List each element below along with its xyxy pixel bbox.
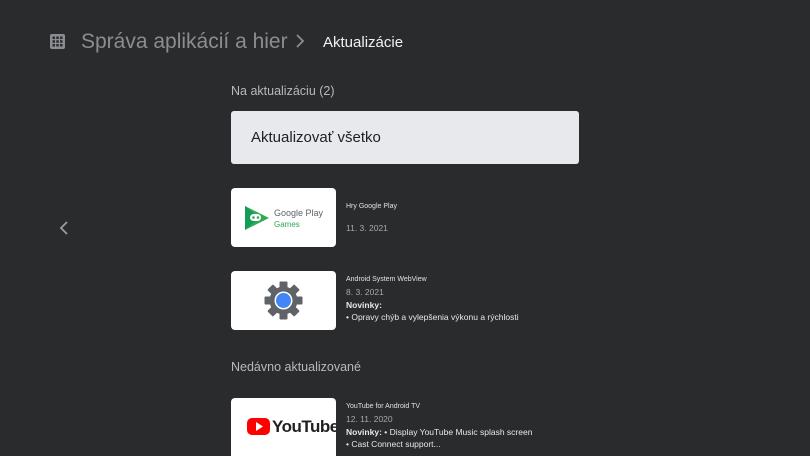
app-news-label: Novinky: <box>346 300 382 310</box>
app-info-android-system-webview: Android System WebView 8. 3. 2021 Novink… <box>346 275 519 322</box>
webview-gear-icon <box>264 281 303 320</box>
app-tile-google-play-games[interactable]: Google Play Games <box>231 188 336 247</box>
app-date: 12. 11. 2020 <box>346 414 393 424</box>
app-name: Hry Google Play <box>346 203 397 210</box>
grid-apps-icon <box>50 34 65 49</box>
app-tile-youtube[interactable]: YouTube <box>231 398 336 456</box>
app-date: 8. 3. 2021 <box>346 287 384 297</box>
update-all-button[interactable]: Aktualizovať všetko <box>231 111 579 164</box>
app-news-text: Novinky: • Display YouTube Music splash … <box>346 427 533 437</box>
app-news-text-2: • Cast Connect support... <box>346 439 441 449</box>
app-info-youtube: YouTube for Android TV 12. 11. 2020 Novi… <box>346 402 532 449</box>
page-title: Aktualizácie <box>323 34 404 51</box>
app-date: 11. 3. 2021 <box>346 223 388 233</box>
chevron-right-icon <box>296 34 305 48</box>
app-tile-android-system-webview[interactable] <box>231 271 336 330</box>
app-info-google-play-games: Hry Google Play 11. 3. 2021 <box>346 202 397 233</box>
app-name: YouTube for Android TV <box>346 403 421 410</box>
google-play-games-logo-text: Google Play Games <box>274 208 324 229</box>
chevron-left-icon[interactable] <box>58 220 70 236</box>
breadcrumb-parent[interactable]: Správa aplikácií a hier <box>81 30 288 54</box>
section-title-updates: Na aktualizáciu (2) <box>231 84 335 98</box>
app-news-text: • Opravy chýb a vylepšenia výkonu a rých… <box>346 312 519 322</box>
header-breadcrumb: Správa aplikácií a hier Aktualizácie <box>0 0 810 80</box>
app-name: Android System WebView <box>346 276 427 283</box>
youtube-logo-text: YouTube <box>272 417 336 436</box>
section-title-recent: Nedávno aktualizované <box>231 360 361 374</box>
